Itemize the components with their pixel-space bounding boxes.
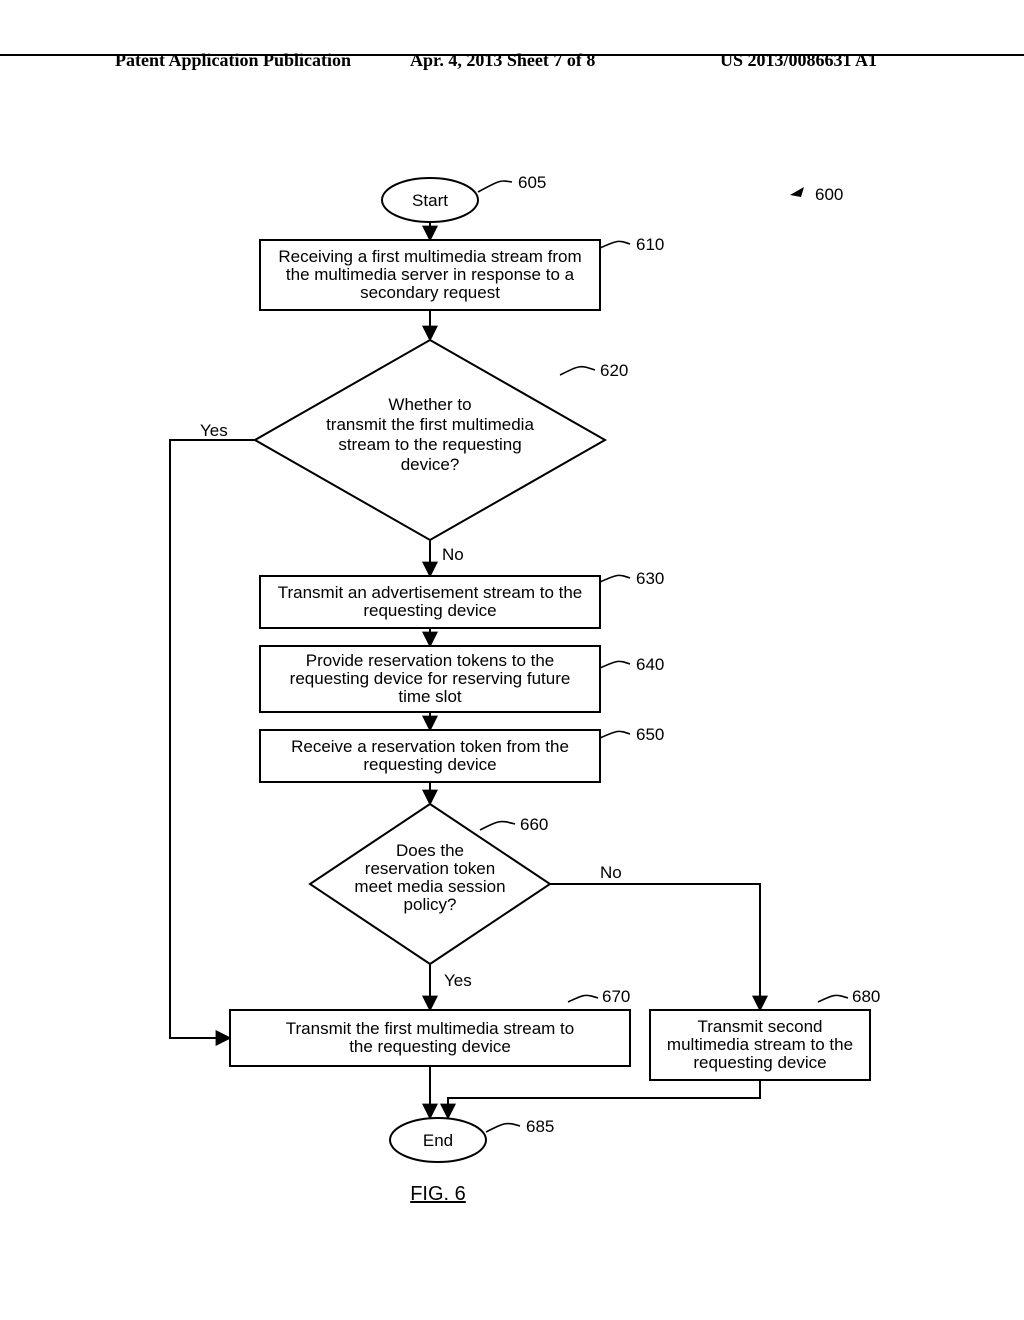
node-660-line1: Does the xyxy=(396,841,464,860)
node-610-line2: the multimedia server in response to a xyxy=(286,265,575,284)
ref-610: 610 xyxy=(636,235,664,254)
ref-630: 630 xyxy=(636,569,664,588)
edge-620-670 xyxy=(170,440,255,1038)
node-660-line4: policy? xyxy=(404,895,457,914)
node-670-line1: Transmit the first multimedia stream to xyxy=(286,1019,574,1038)
ref-640: 640 xyxy=(636,655,664,674)
ref-605: 605 xyxy=(518,173,546,192)
figure-canvas: 600 Start 605 Receiving a first multimed… xyxy=(0,140,1024,1240)
flowchart-svg: 600 Start 605 Receiving a first multimed… xyxy=(0,140,1024,1240)
node-650: Receive a reservation token from the req… xyxy=(260,725,664,782)
edge-660-yes-label: Yes xyxy=(444,971,472,990)
node-680-line3: requesting device xyxy=(693,1053,826,1072)
node-620-line4: device? xyxy=(401,455,460,474)
header-mid: Apr. 4, 2013 Sheet 7 of 8 xyxy=(410,50,595,71)
ref-680: 680 xyxy=(852,987,880,1006)
page-header: Patent Application Publication Apr. 4, 2… xyxy=(0,50,1024,56)
header-left: Patent Application Publication xyxy=(115,50,351,71)
node-620-line2: transmit the first multimedia xyxy=(326,415,534,434)
node-660: Does the reservation token meet media se… xyxy=(310,804,550,964)
figure-caption: FIG. 6 xyxy=(410,1183,466,1205)
ref-685: 685 xyxy=(526,1117,554,1136)
node-680-line2: multimedia stream to the xyxy=(667,1035,853,1054)
node-end: End 685 xyxy=(390,1117,554,1162)
node-680-line1: Transmit second xyxy=(697,1017,822,1036)
node-620: Whether to transmit the first multimedia… xyxy=(255,340,628,540)
ref-660: 660 xyxy=(520,815,548,834)
node-start: Start 605 xyxy=(382,173,546,222)
node-610: Receiving a first multimedia stream from… xyxy=(260,235,664,310)
edge-680-end xyxy=(448,1080,760,1118)
edge-620-yes-label: Yes xyxy=(200,421,228,440)
header-right: US 2013/0086631 A1 xyxy=(720,50,877,71)
node-650-line2: requesting device xyxy=(363,755,496,774)
node-640-line3: time slot xyxy=(398,687,462,706)
ref-650: 650 xyxy=(636,725,664,744)
node-start-text: Start xyxy=(412,191,448,210)
node-670-line2: the requesting device xyxy=(349,1037,511,1056)
node-660-line2: reservation token xyxy=(365,859,495,878)
ref-620: 620 xyxy=(600,361,628,380)
node-640-line2: requesting device for reserving future xyxy=(290,669,571,688)
node-650-line1: Receive a reservation token from the xyxy=(291,737,569,756)
node-640-line1: Provide reservation tokens to the xyxy=(306,651,555,670)
edge-660-680 xyxy=(550,884,760,1010)
node-610-line3: secondary request xyxy=(360,283,500,302)
node-620-line3: stream to the requesting xyxy=(338,435,521,454)
ref-670: 670 xyxy=(602,987,630,1006)
edge-620-no-label: No xyxy=(442,545,464,564)
node-680: Transmit second multimedia stream to the… xyxy=(650,987,880,1080)
node-630: Transmit an advertisement stream to the … xyxy=(260,569,664,628)
ref-600-label: 600 xyxy=(815,185,843,204)
node-620-line1: Whether to xyxy=(388,395,471,414)
node-660-line3: meet media session xyxy=(354,877,505,896)
node-640: Provide reservation tokens to the reques… xyxy=(260,646,664,712)
node-630-line1: Transmit an advertisement stream to the xyxy=(278,583,583,602)
node-630-line2: requesting device xyxy=(363,601,496,620)
node-610-line1: Receiving a first multimedia stream from xyxy=(278,247,581,266)
edge-660-no-label: No xyxy=(600,863,622,882)
node-end-text: End xyxy=(423,1131,453,1150)
ref-600: 600 xyxy=(790,185,843,204)
